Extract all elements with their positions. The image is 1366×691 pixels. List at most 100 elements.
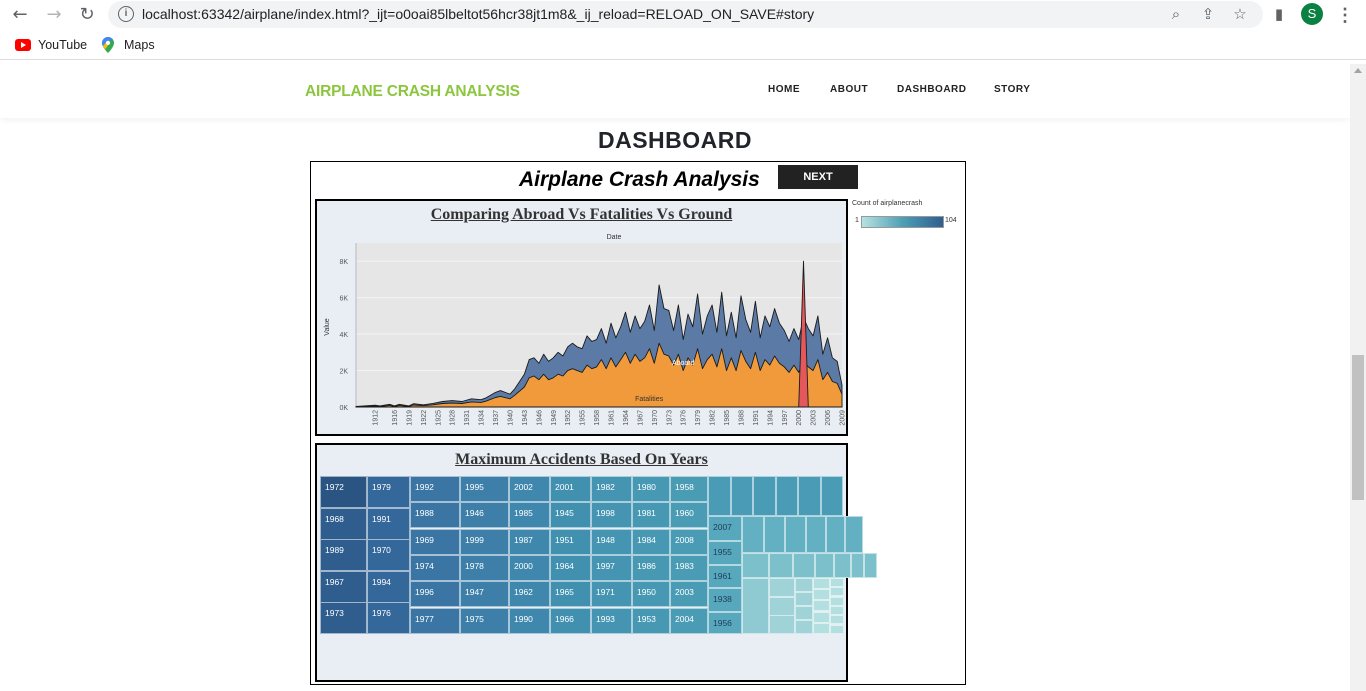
bookmark-maps[interactable]: Maps [124, 38, 155, 54]
browser-menu-icon[interactable]: ⋮ [1336, 4, 1354, 26]
treemap-tile[interactable]: 1994 [367, 571, 410, 603]
treemap-tile[interactable]: 1967 [320, 571, 367, 603]
area-chart[interactable]: 0K 2K 4K 6K 8K Date Value Aboard Fatalities 1912 1… [320, 229, 845, 434]
treemap-tile[interactable]: 1992 [410, 476, 460, 502]
treemap-tile[interactable] [851, 553, 864, 578]
treemap-tile[interactable]: 1953 [632, 608, 670, 634]
treemap-tile[interactable]: 1960 [670, 502, 708, 528]
treemap-tile[interactable]: 2007 [708, 516, 742, 541]
zoom-icon[interactable]: ⌕ [1166, 4, 1186, 24]
treemap-tile[interactable] [813, 578, 830, 589]
treemap-tile[interactable]: 1983 [670, 555, 708, 581]
treemap-tile[interactable] [708, 476, 731, 516]
site-info-icon[interactable]: i [118, 6, 134, 22]
treemap-tile[interactable]: 1969 [410, 529, 460, 555]
treemap-tile[interactable] [826, 516, 845, 553]
treemap-tile[interactable]: 1970 [367, 539, 410, 571]
treemap-tile[interactable]: 1978 [460, 555, 509, 581]
treemap-tile[interactable] [769, 615, 795, 634]
treemap-tile[interactable]: 1984 [632, 529, 670, 555]
bookmark-youtube[interactable]: YouTube [38, 38, 87, 54]
treemap-tile[interactable] [806, 516, 826, 553]
treemap-tile[interactable]: 2001 [550, 476, 591, 502]
treemap-tile[interactable]: 1966 [550, 608, 591, 634]
treemap-tile[interactable]: 1974 [410, 555, 460, 581]
nav-dashboard[interactable]: DASHBOARD [897, 84, 967, 95]
scroll-thumb[interactable] [1352, 355, 1364, 500]
treemap-tile[interactable]: 1946 [460, 502, 509, 528]
nav-about[interactable]: ABOUT [830, 84, 868, 95]
treemap-tile[interactable] [795, 578, 813, 592]
treemap-tile[interactable]: 1964 [550, 555, 591, 581]
treemap-tile[interactable]: 1965 [550, 581, 591, 607]
treemap-tile[interactable]: 1987 [509, 529, 550, 555]
treemap-tile[interactable]: 1977 [410, 608, 460, 634]
treemap-tile[interactable]: 1968 [320, 508, 367, 540]
treemap-tile[interactable]: 2003 [670, 581, 708, 607]
nav-home[interactable]: HOME [768, 84, 800, 95]
treemap-tile[interactable] [830, 578, 844, 587]
next-button[interactable]: NEXT [778, 165, 858, 189]
treemap-tile[interactable] [753, 476, 776, 516]
treemap-tile[interactable]: 1991 [367, 508, 410, 540]
treemap-tile[interactable] [864, 553, 877, 578]
treemap-tile[interactable]: 1950 [632, 581, 670, 607]
treemap-tile[interactable]: 1993 [591, 608, 632, 634]
treemap-tile[interactable] [845, 516, 863, 553]
treemap-tile[interactable]: 1971 [591, 581, 632, 607]
treemap-tile[interactable] [795, 592, 813, 606]
treemap-tile[interactable]: 1962 [509, 581, 550, 607]
treemap-tile[interactable]: 1945 [550, 502, 591, 528]
treemap-tile[interactable] [830, 625, 844, 634]
treemap-tile[interactable]: 1990 [509, 608, 550, 634]
treemap-tile[interactable]: 1948 [591, 529, 632, 555]
treemap-tile[interactable]: 1999 [460, 529, 509, 555]
address-bar[interactable]: i localhost:63342/airplane/index.html?_i… [108, 1, 1263, 28]
treemap-tile[interactable] [813, 600, 830, 611]
treemap-tile[interactable]: 1955 [708, 541, 742, 565]
back-icon[interactable]: ← [9, 4, 31, 26]
nav-story[interactable]: STORY [994, 84, 1030, 95]
treemap-tile[interactable]: 1998 [591, 502, 632, 528]
treemap-tile[interactable]: 2000 [509, 555, 550, 581]
treemap-tile[interactable] [815, 553, 834, 578]
treemap-tile[interactable]: 1973 [320, 602, 367, 634]
treemap-tile[interactable]: 1980 [632, 476, 670, 502]
side-panel-icon[interactable]: ▮ [1269, 4, 1289, 24]
treemap-tile[interactable]: 2008 [670, 529, 708, 555]
treemap-tile[interactable]: 1985 [509, 502, 550, 528]
treemap-tile[interactable]: 1986 [632, 555, 670, 581]
treemap-tile[interactable] [793, 553, 815, 578]
treemap-tile[interactable]: 1956 [708, 612, 742, 634]
treemap-tile[interactable]: 1958 [670, 476, 708, 502]
treemap-tile[interactable] [785, 516, 806, 553]
treemap-tile[interactable]: 1988 [410, 502, 460, 528]
treemap-tile[interactable] [813, 612, 830, 623]
treemap-tile[interactable] [795, 620, 813, 634]
treemap-tile[interactable]: 1981 [632, 502, 670, 528]
treemap-tile[interactable] [769, 553, 793, 578]
treemap-tile[interactable] [830, 606, 844, 615]
treemap-tile[interactable] [776, 476, 798, 516]
treemap-tile[interactable] [742, 516, 764, 553]
treemap[interactable]: 1972 1968 1989 1967 1973 1979 1991 1970 1994 1976… [320, 476, 877, 636]
treemap-tile[interactable]: 1995 [460, 476, 509, 502]
treemap-tile[interactable] [795, 606, 813, 620]
treemap-tile[interactable]: 2004 [670, 608, 708, 634]
treemap-tile[interactable] [731, 476, 753, 516]
treemap-tile[interactable]: 1972 [320, 476, 367, 508]
treemap-tile[interactable]: 1997 [591, 555, 632, 581]
treemap-tile[interactable] [813, 589, 830, 600]
treemap-tile[interactable]: 1975 [460, 608, 509, 634]
treemap-tile[interactable] [769, 578, 795, 597]
treemap-tile[interactable] [813, 623, 830, 634]
treemap-tile[interactable]: 1989 [320, 539, 367, 571]
url-text[interactable]: localhost:63342/airplane/index.html?_ijt… [142, 6, 814, 22]
treemap-tile[interactable]: 1961 [708, 565, 742, 588]
scroll-up-arrow[interactable] [1354, 68, 1362, 73]
forward-icon[interactable]: → [43, 4, 65, 26]
treemap-tile[interactable] [830, 597, 844, 606]
treemap-tile[interactable] [821, 476, 843, 516]
treemap-tile[interactable] [798, 476, 821, 516]
treemap-tile[interactable] [742, 553, 769, 578]
